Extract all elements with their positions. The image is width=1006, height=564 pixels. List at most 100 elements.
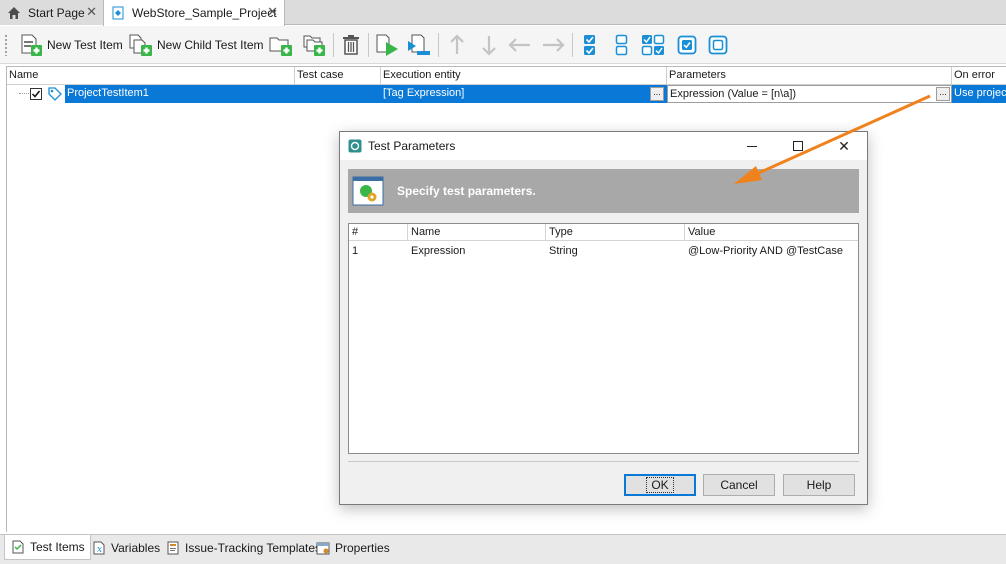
column-header-execution-entity[interactable]: Execution entity: [381, 67, 667, 85]
dialog-divider: [348, 461, 859, 462]
check-all-button[interactable]: [580, 31, 600, 59]
svg-text:x: x: [97, 545, 102, 555]
dialog-banner: Specify test parameters.: [348, 169, 859, 213]
move-up-button[interactable]: [447, 31, 467, 59]
variables-icon: x: [91, 540, 107, 556]
close-button[interactable]: ✕: [821, 132, 867, 160]
add-folder-icon: [269, 37, 292, 56]
column-header-on-error[interactable]: On error: [952, 67, 1006, 85]
column-header-number[interactable]: #: [349, 224, 408, 241]
add-child-folder-button[interactable]: [301, 31, 327, 59]
arrow-up-icon: [450, 34, 464, 54]
maximize-button[interactable]: [775, 132, 821, 160]
arrow-left-icon: [508, 38, 530, 52]
dialog-title: Test Parameters: [368, 139, 456, 153]
param-type: String: [549, 245, 578, 257]
home-icon: [6, 5, 22, 21]
project-icon: [110, 5, 126, 21]
toggle-checks-button[interactable]: [640, 31, 668, 59]
help-button[interactable]: Help: [783, 474, 855, 496]
row-selection-fill: [151, 85, 381, 103]
uncheck-selected-button[interactable]: [707, 31, 729, 59]
check-selected-button[interactable]: [676, 31, 698, 59]
run-selected-button[interactable]: [406, 31, 432, 59]
add-child-folder-icon: [303, 35, 325, 56]
new-child-test-item-button[interactable]: New Child Test Item: [128, 31, 263, 59]
trash-icon: [343, 35, 359, 55]
run-icon: [376, 34, 398, 56]
tab-label: Properties: [335, 541, 390, 555]
run-selected-icon: [408, 34, 430, 55]
ok-button[interactable]: OK: [624, 474, 696, 496]
test-parameters-dialog: Test Parameters ✕ Specify test parameter…: [339, 131, 868, 505]
check-selected-icon: [677, 35, 697, 55]
tab-label: Issue-Tracking Templates: [185, 541, 322, 555]
toolbar-grip[interactable]: [4, 34, 8, 56]
tab-issue-tracking-templates[interactable]: Issue-Tracking Templates: [160, 537, 326, 559]
tab-start-page[interactable]: Start Page ✕: [0, 0, 103, 25]
parameters-wizard-icon: [352, 176, 384, 206]
parameters-table: # Name Type Value 1 Expression String @L…: [348, 223, 859, 454]
tab-label: Variables: [111, 541, 161, 555]
column-header-parameters[interactable]: Parameters: [667, 67, 952, 85]
column-header-name[interactable]: Name: [408, 224, 546, 241]
tab-label: WebStore_Sample_Project: [132, 6, 277, 20]
param-number: 1: [352, 245, 359, 257]
new-child-test-item-icon: [129, 34, 152, 56]
param-name: Expression: [411, 245, 466, 257]
run-button[interactable]: [374, 31, 400, 59]
minimize-icon: [747, 145, 757, 147]
test-items-icon: [10, 539, 26, 555]
maximize-icon: [793, 141, 803, 151]
tab-test-items[interactable]: Test Items: [4, 535, 91, 560]
issue-tracking-icon: [165, 540, 181, 556]
move-down-button[interactable]: [479, 31, 499, 59]
properties-icon: [315, 540, 331, 556]
tag-icon: [47, 86, 63, 105]
delete-button[interactable]: [339, 31, 363, 59]
tab-properties[interactable]: Properties: [310, 537, 395, 559]
enabled-checkbox[interactable]: [30, 88, 42, 100]
on-error-cell[interactable]: Use project: [952, 85, 1006, 103]
uncheck-selected-icon: [708, 35, 728, 55]
app-icon: [348, 139, 362, 153]
banner-text: Specify test parameters.: [397, 184, 536, 198]
execution-entity-ellipsis-button[interactable]: ...: [650, 87, 664, 101]
close-icon[interactable]: ✕: [86, 4, 97, 20]
tab-webstore-project[interactable]: WebStore_Sample_Project ✕: [103, 0, 285, 26]
cancel-button[interactable]: Cancel: [703, 474, 775, 496]
column-header-name[interactable]: Name: [7, 67, 295, 85]
toolbar-separator: [368, 33, 369, 57]
column-header-test-case[interactable]: Test case: [295, 67, 381, 85]
parameters-ellipsis-button[interactable]: ...: [936, 87, 950, 101]
uncheck-all-button[interactable]: [612, 31, 632, 59]
toolbar-separator: [572, 33, 573, 57]
parameters-cell[interactable]: Expression (Value = [n\a]): [667, 85, 952, 103]
toolbar-separator: [438, 33, 439, 57]
dialog-title-bar[interactable]: Test Parameters ✕: [340, 132, 867, 160]
tab-label: Test Items: [30, 540, 85, 554]
close-icon[interactable]: ✕: [267, 4, 278, 20]
toolbar-separator: [333, 33, 334, 57]
add-folder-button[interactable]: [268, 31, 294, 59]
uncheck-all-icon: [615, 34, 628, 56]
document-tab-bar: Start Page ✕ WebStore_Sample_Project ✕: [0, 0, 1006, 26]
column-header-value[interactable]: Value: [685, 224, 858, 241]
tab-variables[interactable]: x Variables: [86, 537, 165, 559]
move-right-button[interactable]: [540, 31, 566, 59]
table-row[interactable]: ProjectTestItem1 [Tag Expression] ... Ex…: [7, 85, 1006, 103]
tab-label: Start Page: [28, 5, 85, 20]
param-value[interactable]: @Low-Priority AND @TestCase: [685, 242, 843, 260]
arrow-right-icon: [543, 38, 565, 52]
new-test-item-button[interactable]: New Test Item: [18, 31, 123, 59]
toolbar: New Test Item New Child Test Item: [0, 26, 1006, 64]
check-all-icon: [584, 35, 595, 55]
execution-entity-cell[interactable]: [Tag Expression]: [381, 85, 667, 103]
execution-entity-value: [Tag Expression]: [383, 87, 465, 99]
close-icon: ✕: [838, 137, 850, 154]
column-header-type[interactable]: Type: [546, 224, 685, 241]
test-item-name[interactable]: ProjectTestItem1: [65, 85, 151, 103]
move-left-button[interactable]: [507, 31, 533, 59]
arrow-down-icon: [482, 36, 496, 56]
minimize-button[interactable]: [729, 132, 775, 160]
